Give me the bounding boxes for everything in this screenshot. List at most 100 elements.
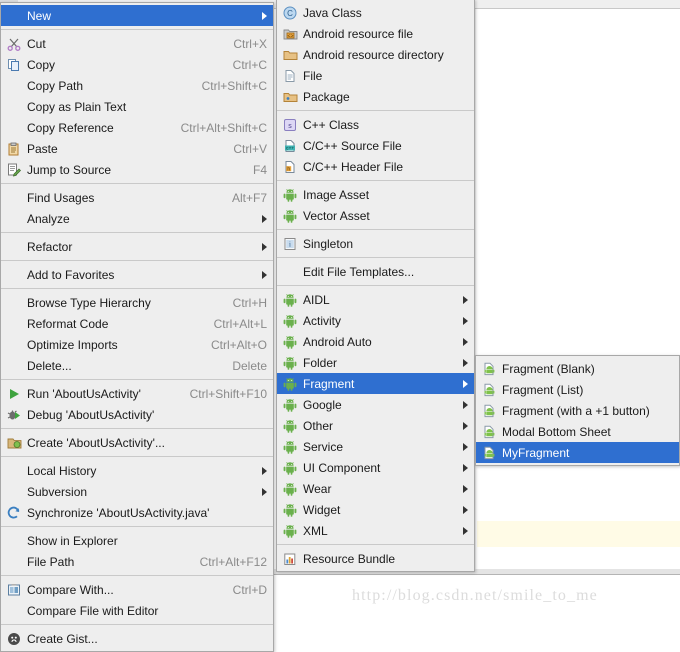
menu-item-delete[interactable]: Delete... Delete <box>1 355 273 376</box>
menu-item-resource-bundle[interactable]: Resource Bundle <box>277 548 474 569</box>
menu-item-fragment-blank[interactable]: Fragment (Blank) <box>476 358 679 379</box>
menu-item-singleton[interactable]: i Singleton <box>277 233 474 254</box>
menu-item-find-usages[interactable]: Find Usages Alt+F7 <box>1 187 273 208</box>
android-icon <box>281 397 299 413</box>
menu-item-copy-as-plain-text[interactable]: Copy as Plain Text <box>1 96 273 117</box>
no-icon <box>5 190 23 206</box>
menu-bottom-padding <box>1 649 273 651</box>
menu-item-browse-type-hierarchy[interactable]: Browse Type Hierarchy Ctrl+H <box>1 292 273 313</box>
menu-item-refactor[interactable]: Refactor <box>1 236 273 257</box>
no-icon <box>5 99 23 115</box>
menu-item-debug-aboutusactivity[interactable]: Debug 'AboutUsActivity' <box>1 404 273 425</box>
menu-item-modal-bottom-sheet[interactable]: Modal Bottom Sheet <box>476 421 679 442</box>
android-icon <box>281 187 299 203</box>
menu-item-fragment-with-a-1-button[interactable]: Fragment (with a +1 button) <box>476 400 679 421</box>
menu-item-analyze[interactable]: Analyze <box>1 208 273 229</box>
menu-item-service[interactable]: Service <box>277 436 474 457</box>
menu-item-local-history[interactable]: Local History <box>1 460 273 481</box>
menu-item-jump-to-source[interactable]: Jump to Source F4 <box>1 159 273 180</box>
android-resource-file-icon: <> <box>281 26 299 42</box>
menu-item-other[interactable]: Other <box>277 415 474 436</box>
menu-item-run-aboutusactivity[interactable]: Run 'AboutUsActivity' Ctrl+Shift+F10 <box>1 383 273 404</box>
menu-item-label: Copy as Plain Text <box>27 99 127 114</box>
menu-item-label: Android resource file <box>303 26 414 41</box>
menu-item-android-auto[interactable]: Android Auto <box>277 331 474 352</box>
android-icon <box>281 481 299 497</box>
menu-item-edit-file-templates[interactable]: Edit File Templates... <box>277 261 474 282</box>
menu-item-compare-file-with-editor[interactable]: Compare File with Editor <box>1 600 273 621</box>
no-icon <box>5 8 23 24</box>
menu-item-show-in-explorer[interactable]: Show in Explorer <box>1 530 273 551</box>
menu-item-label: Create Gist... <box>27 631 98 646</box>
menu-item-widget[interactable]: Widget <box>277 499 474 520</box>
menu-item-c-c-source-file[interactable]: c++ C/C++ Source File <box>277 135 474 156</box>
submenu-arrow-icon <box>460 400 468 410</box>
menu-item-fragment-list[interactable]: Fragment (List) <box>476 379 679 400</box>
menu-item-xml[interactable]: XML <box>277 520 474 541</box>
menu-item-c-c-header-file[interactable]: h C/C++ Header File <box>277 156 474 177</box>
no-icon <box>5 463 23 479</box>
fragment-submenu[interactable]: Fragment (Blank) Fragment (List) Fragment … <box>475 355 680 466</box>
menu-item-image-asset[interactable]: Image Asset <box>277 184 474 205</box>
menu-item-copy-path[interactable]: Copy Path Ctrl+Shift+C <box>1 75 273 96</box>
menu-item-shortcut: Ctrl+H <box>232 295 267 310</box>
menu-item-android-resource-file[interactable]: <> Android resource file <box>277 23 474 44</box>
package-icon <box>281 89 299 105</box>
menu-item-label: XML <box>303 523 328 538</box>
svg-text:i: i <box>289 240 291 248</box>
new-submenu[interactable]: C Java Class <> Android resource file Androi… <box>276 0 475 572</box>
menu-separator <box>1 288 273 289</box>
menu-item-label: Analyze <box>27 211 70 226</box>
menu-separator <box>1 29 273 30</box>
menu-item-copy[interactable]: Copy Ctrl+C <box>1 54 273 75</box>
no-icon <box>5 533 23 549</box>
menu-item-myfragment[interactable]: MyFragment <box>476 442 679 463</box>
menu-item-label: Show in Explorer <box>27 533 118 548</box>
menu-item-reformat-code[interactable]: Reformat Code Ctrl+Alt+L <box>1 313 273 334</box>
menu-item-folder[interactable]: Folder <box>277 352 474 373</box>
watermark-text: http://blog.csdn.net/smile_to_me <box>352 587 598 604</box>
menu-separator <box>1 232 273 233</box>
menu-separator <box>277 180 474 181</box>
menu-item-label: C++ Class <box>303 117 360 132</box>
fragment-template-icon <box>480 382 498 398</box>
menu-item-copy-reference[interactable]: Copy Reference Ctrl+Alt+Shift+C <box>1 117 273 138</box>
menu-item-file-path[interactable]: File Path Ctrl+Alt+F12 <box>1 551 273 572</box>
menu-item-file[interactable]: File <box>277 65 474 86</box>
menu-separator <box>1 456 273 457</box>
menu-item-java-class[interactable]: C Java Class <box>277 2 474 23</box>
menu-item-compare-with[interactable]: Compare With... Ctrl+D <box>1 579 273 600</box>
menu-item-fragment[interactable]: Fragment <box>277 373 474 394</box>
menu-item-wear[interactable]: Wear <box>277 478 474 499</box>
menu-item-add-to-favorites[interactable]: Add to Favorites <box>1 264 273 285</box>
menu-item-c-class[interactable]: s C++ Class <box>277 114 474 135</box>
jump-to-source-icon <box>5 162 23 178</box>
menu-item-shortcut: Ctrl+Alt+Shift+C <box>180 120 267 135</box>
menu-item-label: Android resource directory <box>303 47 444 62</box>
menu-item-subversion[interactable]: Subversion <box>1 481 273 502</box>
menu-item-label: Android Auto <box>303 334 372 349</box>
menu-item-activity[interactable]: Activity <box>277 310 474 331</box>
menu-item-paste[interactable]: Paste Ctrl+V <box>1 138 273 159</box>
menu-separator <box>1 624 273 625</box>
menu-item-label: Singleton <box>303 236 354 251</box>
android-icon <box>281 355 299 371</box>
menu-item-new[interactable]: New <box>1 5 273 26</box>
editor-context-menu[interactable]: New Cut Ctrl+X Copy Ctrl+C Copy Path Ctrl+Shif… <box>0 2 274 652</box>
menu-item-aidl[interactable]: AIDL <box>277 289 474 310</box>
menu-item-create-gist[interactable]: Create Gist... <box>1 628 273 649</box>
menu-item-cut[interactable]: Cut Ctrl+X <box>1 33 273 54</box>
menu-item-optimize-imports[interactable]: Optimize Imports Ctrl+Alt+O <box>1 334 273 355</box>
menu-separator <box>1 260 273 261</box>
menu-item-package[interactable]: Package <box>277 86 474 107</box>
menu-item-synchronize-aboutusactivity-java[interactable]: Synchronize 'AboutUsActivity.java' <box>1 502 273 523</box>
fragment-template-icon <box>480 361 498 377</box>
menu-item-create-aboutusactivity[interactable]: Create 'AboutUsActivity'... <box>1 432 273 453</box>
menu-item-label: Modal Bottom Sheet <box>502 424 611 439</box>
menu-item-android-resource-directory[interactable]: Android resource directory <box>277 44 474 65</box>
menu-item-google[interactable]: Google <box>277 394 474 415</box>
submenu-arrow-icon <box>460 505 468 515</box>
menu-item-ui-component[interactable]: UI Component <box>277 457 474 478</box>
menu-item-vector-asset[interactable]: Vector Asset <box>277 205 474 226</box>
cpp-source-icon: c++ <box>281 138 299 154</box>
